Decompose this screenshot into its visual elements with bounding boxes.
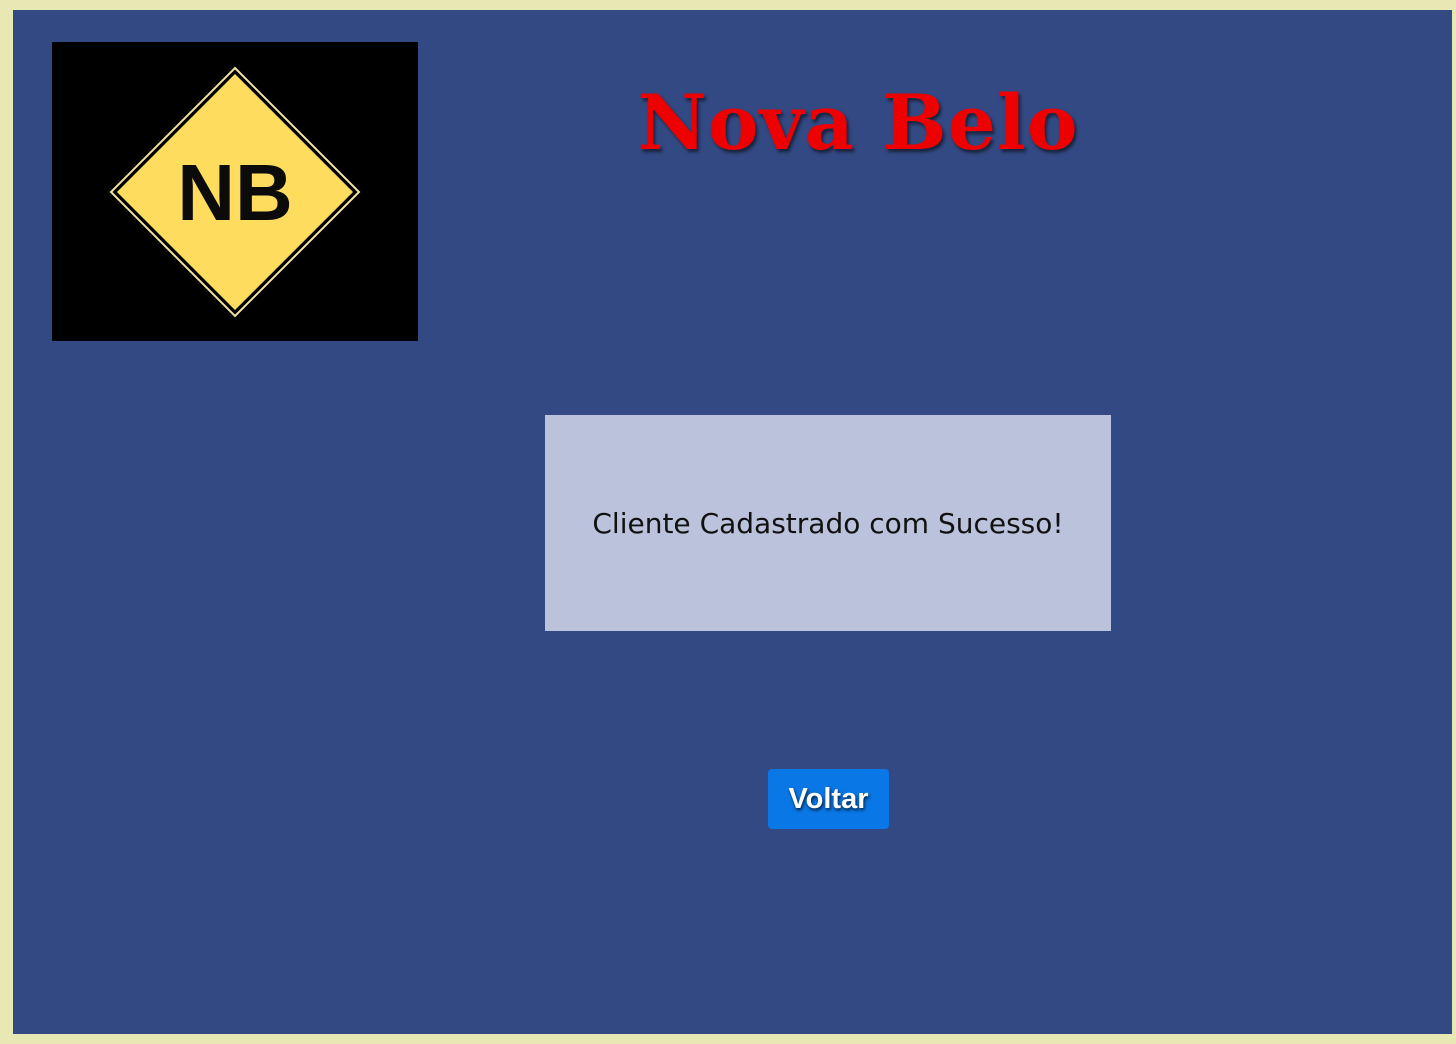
brand-logo: NB — [52, 42, 418, 341]
nb-diamond-logo-icon: NB — [109, 66, 361, 318]
logo-text: NB — [177, 148, 293, 237]
success-message: Cliente Cadastrado com Sucesso! — [592, 506, 1064, 540]
success-message-box: Cliente Cadastrado com Sucesso! — [545, 415, 1111, 631]
page-title: Nova Belo — [637, 78, 1079, 167]
back-button[interactable]: Voltar — [768, 769, 889, 829]
main-panel: NB Nova Belo Cliente Cadastrado com Suce… — [13, 10, 1452, 1034]
